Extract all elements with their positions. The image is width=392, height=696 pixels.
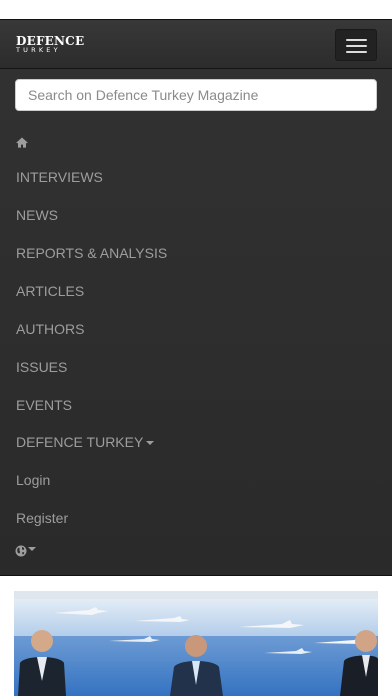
home-icon[interactable] bbox=[16, 137, 28, 148]
menu-toggle-button[interactable] bbox=[335, 29, 377, 61]
brand-logo[interactable]: DEFENCE TURKEY bbox=[16, 35, 84, 54]
navbar: DEFENCE TURKEY INTERVIEWS NEWS REPORTS &… bbox=[0, 19, 392, 576]
brand-bar: DEFENCE TURKEY bbox=[0, 20, 392, 69]
nav-item-interviews[interactable]: INTERVIEWS bbox=[16, 169, 103, 185]
nav-item-authors[interactable]: AUTHORS bbox=[16, 321, 84, 337]
nav-item-articles[interactable]: ARTICLES bbox=[16, 283, 84, 299]
featured-photo bbox=[14, 591, 378, 696]
status-bar bbox=[0, 0, 392, 19]
nav-item-reports-analysis[interactable]: REPORTS & ANALYSIS bbox=[16, 245, 167, 261]
hamburger-menu-icon bbox=[346, 45, 367, 47]
caret-down-icon bbox=[146, 441, 155, 446]
language-dropdown[interactable] bbox=[15, 544, 36, 558]
nav-item-login[interactable]: Login bbox=[16, 472, 50, 488]
hamburger-menu-icon bbox=[346, 39, 367, 41]
globe-icon bbox=[15, 545, 27, 557]
hamburger-menu-icon bbox=[346, 51, 367, 53]
nav-item-defence-turkey-label: DEFENCE TURKEY bbox=[16, 434, 144, 450]
nav-item-news[interactable]: NEWS bbox=[16, 207, 58, 223]
nav-item-register[interactable]: Register bbox=[16, 510, 68, 526]
search-input[interactable] bbox=[15, 79, 377, 111]
nav-item-events[interactable]: EVENTS bbox=[16, 397, 72, 413]
nav-item-defence-turkey-dropdown[interactable]: DEFENCE TURKEY bbox=[16, 434, 155, 450]
caret-down-icon bbox=[28, 546, 36, 551]
nav-item-issues[interactable]: ISSUES bbox=[16, 359, 67, 375]
featured-article-image[interactable] bbox=[14, 591, 378, 696]
